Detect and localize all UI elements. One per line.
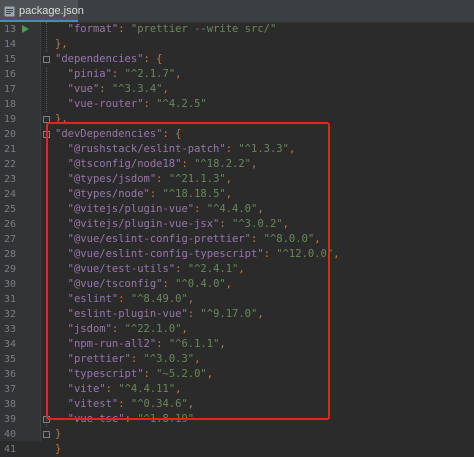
code-text: "vue-router": "^4.2.5" xyxy=(55,97,207,112)
json-key: "pinia" xyxy=(67,68,112,80)
brace: }, xyxy=(55,38,68,50)
tab-package-json[interactable]: package.json xyxy=(0,0,84,22)
code-line[interactable]: 17 "vue": "^3.3.4", xyxy=(0,82,474,97)
line-number: 19 xyxy=(3,114,16,125)
line-number: 28 xyxy=(3,249,16,260)
code-line[interactable]: 15 "dependencies": { xyxy=(0,52,474,67)
line-number: 22 xyxy=(3,159,16,170)
indent-guide xyxy=(46,22,48,52)
dev-dependencies-highlight xyxy=(46,122,330,420)
code-text: "format": "prettier --write src/" xyxy=(55,22,277,37)
colon: : xyxy=(143,53,157,65)
line-number: 27 xyxy=(3,234,16,245)
line-number: 36 xyxy=(3,369,16,380)
json-value: "^2.1.7" xyxy=(124,68,176,80)
json-key: "vue" xyxy=(67,83,100,95)
colon: : xyxy=(99,83,112,95)
json-key: "format" xyxy=(67,23,119,35)
line-number: 33 xyxy=(3,324,16,335)
code-line[interactable]: 16 "pinia": "^2.1.7", xyxy=(0,67,474,82)
json-key: "dependencies" xyxy=(55,53,144,65)
editor-tab-bar: package.json xyxy=(0,0,474,23)
line-end: , xyxy=(162,83,169,95)
json-value: "^4.2.5" xyxy=(156,98,207,110)
line-number: 30 xyxy=(3,279,16,290)
code-line[interactable]: 18 "vue-router": "^4.2.5" xyxy=(0,97,474,112)
line-number: 40 xyxy=(3,429,16,440)
line-end: { xyxy=(156,53,163,65)
fold-marker-icon[interactable] xyxy=(43,56,50,63)
run-script-icon[interactable] xyxy=(22,25,29,33)
indent-guide xyxy=(46,67,48,112)
line-number: 39 xyxy=(3,414,16,425)
code-line[interactable]: 14}, xyxy=(0,37,474,52)
line-number: 16 xyxy=(3,69,16,80)
json-value: "^3.3.4" xyxy=(111,83,163,95)
code-line[interactable]: 40} xyxy=(0,427,474,442)
fold-marker-icon[interactable] xyxy=(43,431,50,438)
tab-label: package.json xyxy=(19,5,84,17)
line-number: 18 xyxy=(3,99,16,110)
line-number: 37 xyxy=(3,384,16,395)
line-number: 24 xyxy=(3,189,16,200)
line-number: 13 xyxy=(3,24,16,35)
line-number: 34 xyxy=(3,339,16,350)
line-number: 32 xyxy=(3,309,16,320)
json-value: "prettier --write src/" xyxy=(130,23,277,35)
code-text: "pinia": "^2.1.7", xyxy=(55,67,182,82)
line-number: 15 xyxy=(3,54,16,65)
code-text: "vue": "^3.3.4", xyxy=(55,82,169,97)
line-end: , xyxy=(175,68,182,80)
code-text: "dependencies": { xyxy=(55,52,163,67)
line-number: 35 xyxy=(3,354,16,365)
json-key: "vue-router" xyxy=(67,98,144,110)
line-number: 20 xyxy=(3,129,16,140)
brace: } xyxy=(55,428,62,440)
line-number: 41 xyxy=(3,444,16,455)
line-number: 14 xyxy=(3,39,16,50)
colon: : xyxy=(111,68,125,80)
line-number: 29 xyxy=(3,264,16,275)
colon: : xyxy=(143,98,157,110)
line-number: 31 xyxy=(3,294,16,305)
line-number: 38 xyxy=(3,399,16,410)
line-number: 25 xyxy=(3,204,16,215)
line-number: 26 xyxy=(3,219,16,230)
code-text: }, xyxy=(55,37,68,52)
code-line[interactable]: 41} xyxy=(0,442,474,457)
code-editor[interactable]: 13 "format": "prettier --write src/" 14},… xyxy=(0,22,474,455)
line-number: 23 xyxy=(3,174,16,185)
code-text: } xyxy=(55,442,61,457)
line-number: 21 xyxy=(3,144,16,155)
line-end: , xyxy=(333,248,340,260)
code-line[interactable]: 13 "format": "prettier --write src/" xyxy=(0,22,474,37)
json-file-icon xyxy=(4,5,15,17)
line-number: 17 xyxy=(3,84,16,95)
code-text: } xyxy=(55,427,61,442)
colon: : xyxy=(118,23,131,35)
brace: } xyxy=(55,443,62,455)
